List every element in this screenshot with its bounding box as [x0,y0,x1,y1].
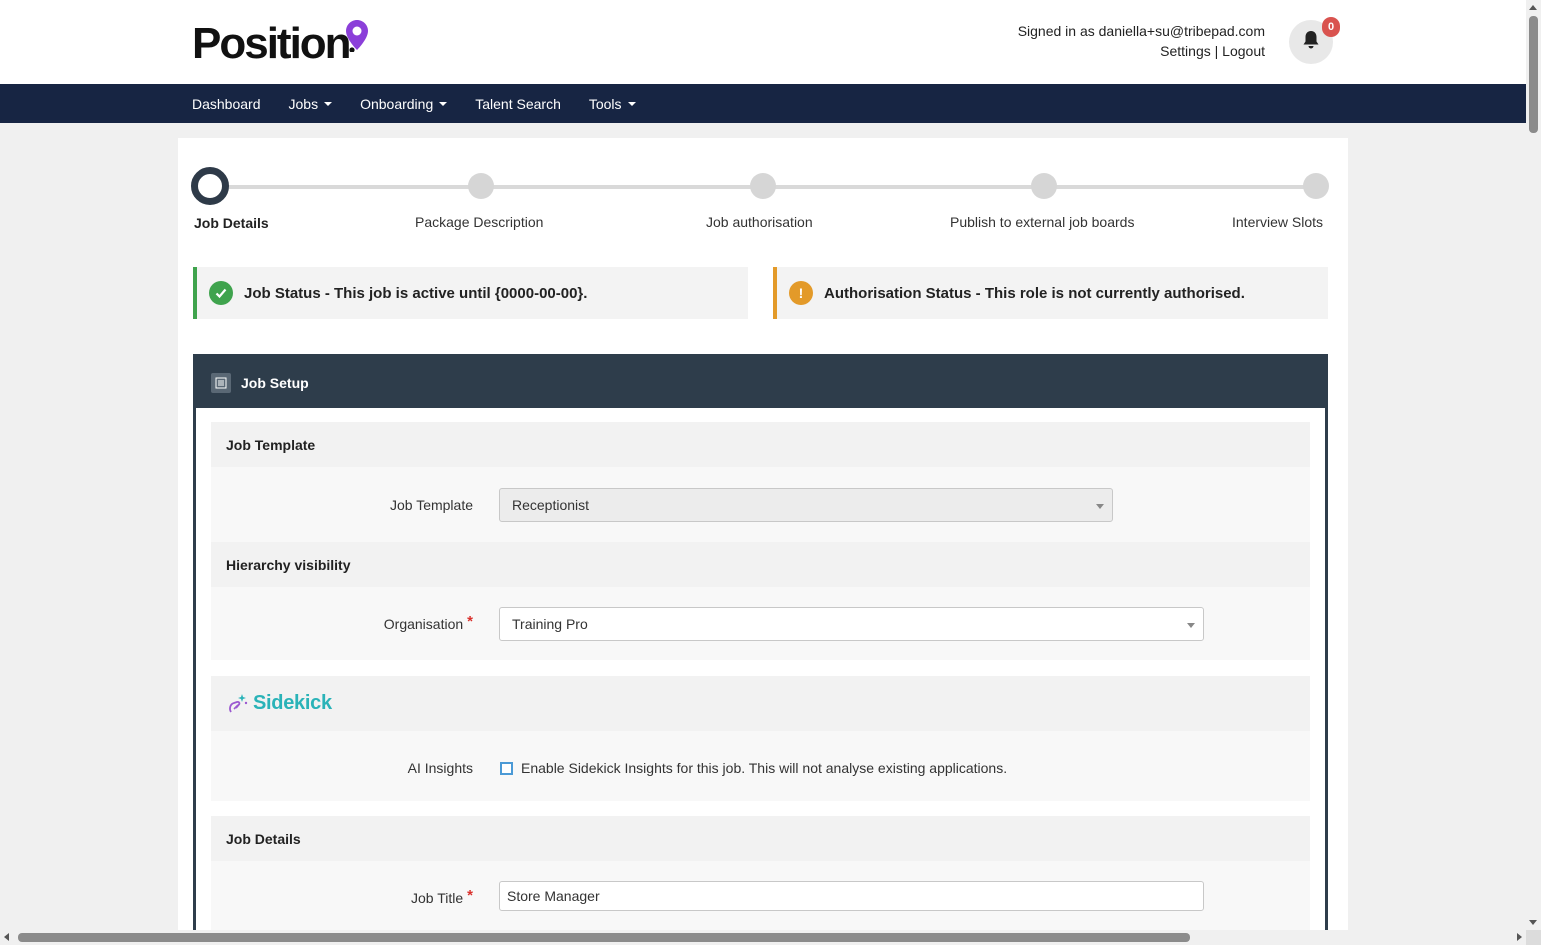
scroll-right-arrow-icon[interactable] [1517,933,1522,941]
horizontal-scrollbar[interactable] [0,930,1526,945]
step-label-publish[interactable]: Publish to external job boards [950,214,1134,230]
horizontal-scroll-thumb[interactable] [18,933,1190,942]
job-setup-title: Job Setup [241,374,309,391]
list-icon [211,372,231,393]
job-setup-panel: Job Setup Job Template Job Template Rece… [193,354,1328,945]
nav-dashboard[interactable]: Dashboard [192,96,261,112]
logo-text: Position [192,19,352,68]
section-job-details-title: Job Details [226,830,301,847]
sidekick-logo-text: Sidekick [253,692,332,714]
logout-link[interactable]: Logout [1222,43,1265,59]
step-label-interview-slots[interactable]: Interview Slots [1232,214,1323,230]
section-job-template: Job Template [211,422,1310,467]
settings-link[interactable]: Settings [1160,43,1211,59]
notification-badge: 0 [1322,17,1340,37]
bell-icon [1302,30,1320,54]
authorisation-status-text: Authorisation Status - This role is not … [824,284,1245,302]
dropdown-arrow-icon [1096,504,1104,509]
section-job-details: Job Details [211,816,1310,861]
step-dot-job-details[interactable] [191,167,229,205]
organisation-value: Training Pro [512,616,588,632]
caret-down-icon [439,101,448,106]
check-circle-icon [209,281,233,305]
job-status-text: Job Status - This job is active until {0… [244,284,588,302]
job-template-select[interactable]: Receptionist [499,488,1113,522]
location-pin-icon [345,20,368,56]
separator: | [1214,43,1219,59]
job-template-value: Receptionist [512,497,590,513]
step-dot-job-authorisation[interactable] [750,173,776,199]
nav-dashboard-label: Dashboard [192,95,261,112]
step-dot-publish[interactable] [1031,173,1057,199]
nav-tools-label: Tools [588,95,622,112]
required-marker: * [467,613,473,630]
dropdown-arrow-icon [1187,623,1195,628]
nav-talent-search[interactable]: Talent Search [475,96,561,112]
step-dot-package-description[interactable] [468,173,494,199]
ai-insights-checkbox[interactable] [500,762,513,775]
section-sidekick: Sidekick [211,676,1310,731]
signed-in-text: Signed in as daniella+su@tribepad.com [1017,23,1265,39]
nav-talent-search-label: Talent Search [475,95,561,112]
required-marker: * [467,887,473,904]
section-hierarchy-visibility: Hierarchy visibility [211,542,1310,587]
main-navbar: Dashboard Jobs Onboarding Talent Search … [0,84,1526,123]
scroll-left-arrow-icon[interactable] [4,933,9,941]
vertical-scrollbar[interactable] [1526,0,1541,930]
exclamation-circle-icon: ! [789,281,813,305]
scroll-up-arrow-icon[interactable] [1529,5,1537,10]
top-header: Position Signed in as daniella+su@tribep… [0,0,1526,84]
job-title-label-text: Job Title [411,890,464,906]
scroll-down-arrow-icon[interactable] [1529,920,1537,925]
authorisation-status-alert: ! Authorisation Status - This role is no… [773,267,1328,319]
caret-down-icon [627,101,636,106]
job-title-input[interactable]: Store Manager [499,881,1204,911]
vertical-scroll-thumb[interactable] [1529,16,1538,133]
nav-onboarding[interactable]: Onboarding [360,95,448,112]
ai-insights-label: AI Insights [407,760,473,776]
account-info: Signed in as daniella+su@tribepad.com Se… [1018,21,1265,61]
section-job-template-title: Job Template [226,436,316,453]
job-template-label: Job Template [389,497,473,513]
ai-insights-checkbox-label[interactable]: Enable Sidekick Insights for this job. T… [521,760,1007,776]
nav-onboarding-label: Onboarding [360,95,434,112]
job-status-alert: Job Status - This job is active until {0… [193,267,748,319]
scrollbar-corner [1526,930,1541,945]
job-title-label: Job Title * [411,887,473,907]
nav-jobs[interactable]: Jobs [289,96,333,112]
step-label-job-details[interactable]: Job Details [194,215,269,231]
step-dot-interview-slots[interactable] [1303,173,1329,199]
organisation-select[interactable]: Training Pro [499,607,1204,641]
nav-jobs-label: Jobs [288,95,319,112]
sidekick-logo: Sidekick [226,692,332,716]
step-label-job-authorisation[interactable]: Job authorisation [706,214,813,230]
section-hierarchy-title: Hierarchy visibility [226,556,351,573]
sidekick-sparkle-icon [229,693,248,712]
step-label-package-description[interactable]: Package Description [415,214,543,230]
job-setup-header: Job Setup [196,357,1325,408]
organisation-label-text: Organisation [383,616,464,632]
caret-down-icon [324,101,333,106]
nav-tools[interactable]: Tools [589,96,636,112]
position-logo[interactable]: Position [192,18,368,70]
organisation-label: Organisation * [383,613,473,633]
